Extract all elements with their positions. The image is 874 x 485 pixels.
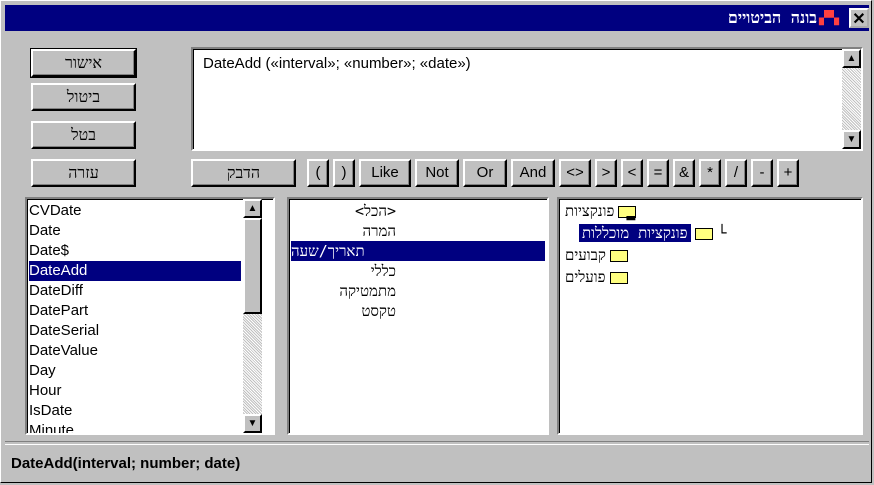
folder-open-icon: ▬ bbox=[618, 205, 637, 226]
operator-button[interactable]: ) bbox=[333, 159, 355, 187]
function-list-item[interactable]: DatePart bbox=[29, 301, 241, 321]
category-list-item[interactable]: כללי bbox=[291, 261, 396, 281]
operator-button[interactable]: Like bbox=[359, 159, 411, 187]
title-bar[interactable]: בונה הביטויים ▞▚ ✕ bbox=[5, 5, 869, 31]
undo-button[interactable]: בטל bbox=[31, 121, 136, 149]
tree-item-operators[interactable]: פועלים bbox=[565, 267, 628, 287]
expression-box[interactable]: DateAdd («interval»; «number»; «date») ▲… bbox=[191, 47, 863, 151]
operator-button[interactable]: ( bbox=[307, 159, 329, 187]
function-list-item[interactable]: DateSerial bbox=[29, 321, 241, 341]
help-button[interactable]: עזרה bbox=[31, 159, 136, 187]
folder-open-icon bbox=[694, 227, 713, 240]
category-list-item[interactable]: המרה bbox=[291, 221, 396, 241]
folder-icon bbox=[609, 271, 628, 284]
scroll-down-icon[interactable]: ▼ bbox=[842, 130, 861, 149]
scroll-down-icon[interactable]: ▼ bbox=[243, 414, 262, 433]
status-text: DateAdd(interval; number; date) bbox=[11, 455, 241, 472]
folder-icon bbox=[609, 249, 628, 262]
function-list[interactable]: CVDate Date Date$ DateAdd DateDiff DatePart Da… bbox=[29, 201, 241, 433]
function-list-item[interactable]: Date$ bbox=[29, 241, 241, 261]
function-list-item[interactable]: Minute bbox=[29, 421, 241, 433]
operator-button[interactable]: * bbox=[699, 159, 721, 187]
function-list-item[interactable]: DateValue bbox=[29, 341, 241, 361]
function-list-item[interactable]: Day bbox=[29, 361, 241, 381]
operator-button[interactable]: Or bbox=[463, 159, 507, 187]
operator-button[interactable]: = bbox=[647, 159, 669, 187]
operator-button[interactable]: Not bbox=[415, 159, 459, 187]
operator-button[interactable]: And bbox=[511, 159, 555, 187]
close-button[interactable]: ✕ bbox=[849, 8, 869, 28]
function-list-item[interactable]: DateAdd bbox=[29, 261, 241, 281]
expression-builder-window: בונה הביטויים ▞▚ ✕ אישור ביטול בטל עזרה … bbox=[0, 0, 872, 483]
function-list-scrollbar[interactable]: ▲ ▼ bbox=[243, 199, 262, 433]
function-list-item[interactable]: IsDate bbox=[29, 401, 241, 421]
category-list-box[interactable]: <הכל> המרה תאריך/שעה כללי מתמטיקה טקסט bbox=[287, 197, 549, 435]
scroll-up-icon[interactable]: ▲ bbox=[842, 49, 861, 68]
operator-button[interactable]: & bbox=[673, 159, 695, 187]
category-list-item[interactable]: תאריך/שעה bbox=[291, 241, 545, 261]
scroll-thumb[interactable] bbox=[243, 218, 262, 314]
window-title: בונה הביטויים bbox=[727, 8, 817, 27]
ok-button[interactable]: אישור bbox=[30, 48, 137, 78]
operator-button[interactable]: + bbox=[777, 159, 799, 187]
category-list-item[interactable]: מתמטיקה bbox=[291, 281, 396, 301]
function-list-box[interactable]: CVDate Date Date$ DateAdd DateDiff DatePart Da… bbox=[25, 197, 275, 435]
category-list[interactable]: <הכל> המרה תאריך/שעה כללי מתמטיקה טקסט bbox=[291, 201, 545, 321]
category-list-item[interactable]: טקסט bbox=[291, 301, 396, 321]
category-list-item[interactable]: <הכל> bbox=[291, 201, 396, 221]
scroll-up-icon[interactable]: ▲ bbox=[243, 199, 262, 218]
tree-item-constants[interactable]: קבועים bbox=[565, 245, 628, 265]
tree-branch-icon: └ bbox=[717, 224, 727, 242]
folder-tree-box[interactable]: ▬פונקציות └פונקציות מוכללות קבועים פועלי… bbox=[557, 197, 863, 435]
expression-scrollbar[interactable]: ▲ ▼ bbox=[842, 49, 861, 149]
expression-text[interactable]: DateAdd («interval»; «number»; «date») bbox=[203, 55, 471, 72]
operator-button[interactable]: / bbox=[725, 159, 747, 187]
operator-button[interactable]: <> bbox=[559, 159, 591, 187]
cancel-button[interactable]: ביטול bbox=[31, 83, 136, 111]
function-list-item[interactable]: CVDate bbox=[29, 201, 241, 221]
paste-button[interactable]: הדבק bbox=[191, 159, 296, 187]
function-list-item[interactable]: Date bbox=[29, 221, 241, 241]
operator-button[interactable]: < bbox=[621, 159, 643, 187]
operator-button[interactable]: - bbox=[751, 159, 773, 187]
function-list-item[interactable]: DateDiff bbox=[29, 281, 241, 301]
operator-button[interactable]: > bbox=[595, 159, 617, 187]
tree-item-functions[interactable]: ▬פונקציות bbox=[565, 201, 637, 226]
function-list-item[interactable]: Hour bbox=[29, 381, 241, 401]
tree-item-builtin-functions[interactable]: └פונקציות מוכללות bbox=[579, 223, 727, 243]
status-separator bbox=[5, 441, 869, 445]
